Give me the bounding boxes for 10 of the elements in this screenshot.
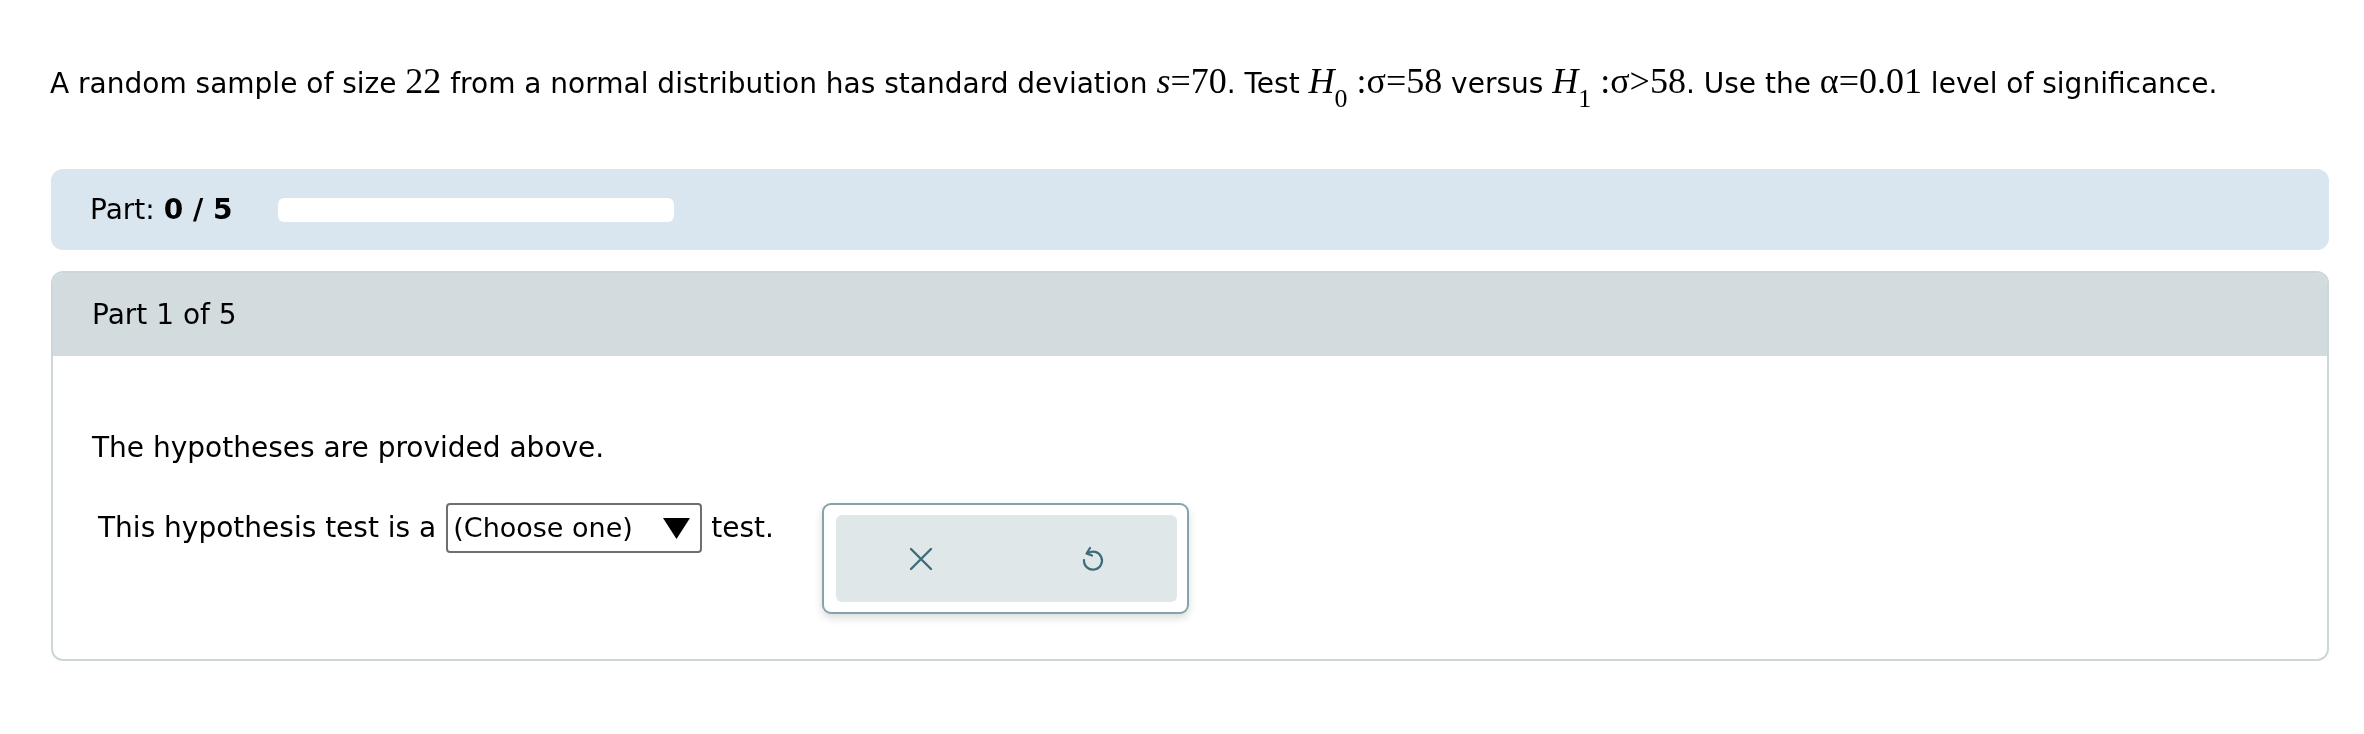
part-title: Part 1 of 5: [92, 296, 237, 333]
question-text: A random sample of size 22 from a normal distribution has standard deviation s=70. Test H$_{0}$ :σ=58 versus H$_{1}$ :σ>58. Use the α=0.01 level of significance.: [50, 60, 2219, 106]
close-icon: [908, 545, 935, 572]
prompt-text: This hypothesis test is a: [98, 510, 437, 546]
part-count: 0 / 5: [163, 191, 233, 228]
prompt-text: test.: [711, 510, 774, 546]
choice-dropdown[interactable]: (Choose one): [446, 503, 703, 553]
instruction-text: The hypotheses are provided above.: [92, 430, 606, 466]
part-label: Part:: [90, 191, 155, 228]
caret-icon: [663, 517, 691, 539]
